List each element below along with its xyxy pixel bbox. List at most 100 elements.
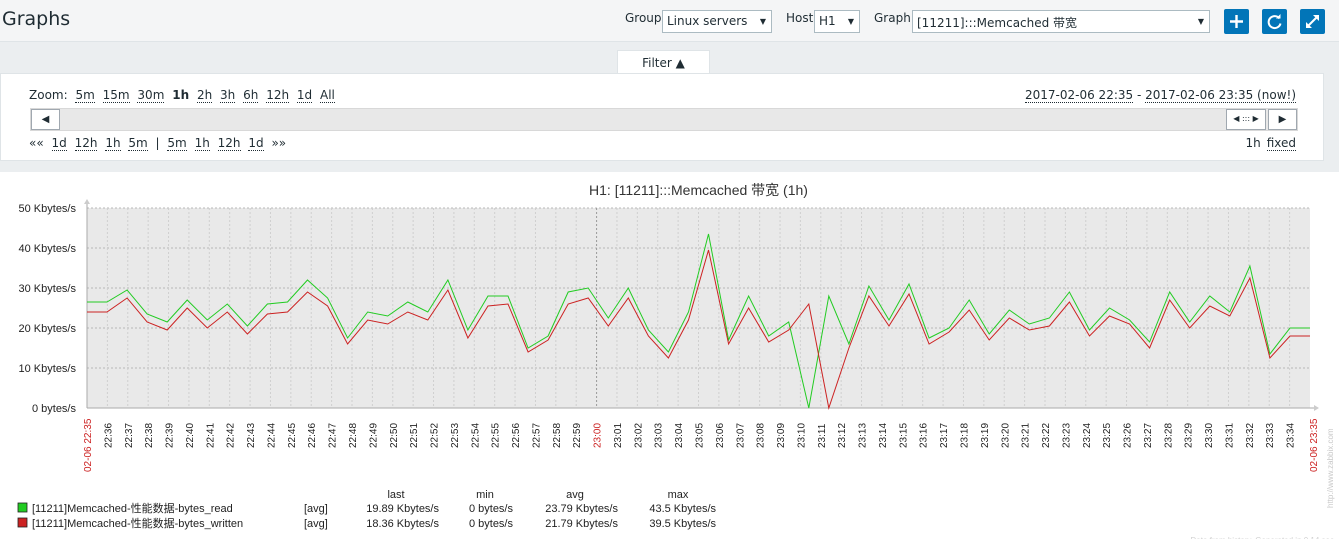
arrow-right-icon: ▶ [1278, 114, 1287, 125]
legend-header: min [476, 489, 494, 501]
refresh-icon [1267, 14, 1282, 30]
x-tick-label: 23:10 [796, 423, 807, 448]
zoom-all[interactable]: All [319, 89, 335, 103]
x-tick-label: 23:09 [776, 423, 787, 448]
x-axis-arrow-icon [1314, 405, 1319, 411]
fullscreen-button[interactable] [1300, 9, 1325, 34]
legend-series-name: [11211]Memcached-性能数据-bytes_read [32, 501, 233, 515]
y-tick-label: 10 Kbytes/s [19, 363, 77, 375]
nav-back-1h[interactable]: 1h [105, 137, 121, 151]
x-tick-label: 23:06 [715, 423, 726, 448]
chevron-down-icon: ▼ [1197, 17, 1204, 26]
x-tick-label: 22:42 [226, 423, 237, 448]
page-header: Graphs Group Linux servers ▼ Host H1 ▼ Gra… [0, 0, 1339, 42]
x-tick-label: 22:54 [470, 423, 481, 448]
timeline-scrollbar[interactable]: ◀ ◀ ::: ▶ ▶ [30, 108, 1298, 131]
legend-avg: 23.79 Kbytes/s [545, 503, 618, 515]
nav-back-1d[interactable]: 1d [51, 137, 67, 151]
zoom-12h[interactable]: 12h [266, 89, 290, 103]
range-to[interactable]: 2017-02-06 23:35 (now!) [1145, 89, 1296, 103]
x-tick-label: 23:18 [959, 423, 970, 448]
time-range: 2017-02-06 22:35 - 2017-02-06 23:35 (now… [1025, 88, 1296, 103]
fixed-toggle[interactable]: fixed [1266, 137, 1296, 151]
x-tick-label: 22:57 [531, 423, 542, 448]
x-tick-label: 22:52 [430, 423, 441, 448]
nav-back-prefix: «« [29, 136, 44, 150]
zoom-1d[interactable]: 1d [296, 89, 313, 103]
filter-tab[interactable]: Filter ▲ [617, 50, 710, 74]
zoom-label: Zoom: [29, 88, 68, 102]
legend-header: last [387, 489, 404, 501]
host-label: Host [786, 11, 814, 25]
x-tick-label: 22:56 [511, 423, 522, 448]
x-tick-label: 22:58 [552, 423, 563, 448]
zoom-2h[interactable]: 2h [196, 89, 213, 103]
nav-back-12h[interactable]: 12h [74, 137, 98, 151]
nav-fwd-5m[interactable]: 5m [167, 137, 187, 151]
x-tick-label: 22:37 [124, 423, 135, 448]
x-tick-label: 23:23 [1061, 423, 1072, 448]
nav-separator: | [155, 136, 160, 150]
zoom-3h[interactable]: 3h [220, 89, 236, 103]
refresh-button[interactable] [1262, 9, 1287, 34]
x-tick-label: 22:49 [368, 423, 379, 448]
zoom-30m[interactable]: 30m [137, 89, 165, 103]
range-from[interactable]: 2017-02-06 22:35 [1025, 89, 1134, 103]
x-tick-label: 22:55 [491, 423, 502, 448]
x-tick-label: 23:08 [756, 423, 767, 448]
x-tick-label: 22:39 [165, 423, 176, 448]
period-fixed: 1h fixed [1245, 136, 1296, 151]
graph-select[interactable]: [11211]:::Memcached 带宽 ▼ [912, 10, 1210, 33]
host-select[interactable]: H1 ▼ [814, 10, 860, 33]
x-tick-label: 22:53 [450, 423, 461, 448]
zoom-6h[interactable]: 6h [243, 89, 259, 103]
group-select[interactable]: Linux servers ▼ [662, 10, 772, 33]
chevron-down-icon: ▼ [847, 17, 854, 26]
x-tick-label: 23:01 [613, 423, 624, 448]
x-tick-label: 23:20 [1000, 423, 1011, 448]
chart-title: H1: [11211]:::Memcached 带宽 (1h) [589, 182, 808, 198]
x-tick-label: 23:15 [898, 423, 909, 448]
x-tick-label: 22:41 [205, 423, 216, 448]
period-value: 1h [1245, 136, 1261, 150]
x-tick-label: 23:33 [1265, 423, 1276, 448]
arrow-left-icon: ◀ [41, 114, 50, 125]
x-tick-label: 23:31 [1224, 423, 1235, 448]
nav-fwd-1d[interactable]: 1d [248, 137, 264, 151]
x-tick-label: 23:28 [1163, 423, 1174, 448]
x-tick-label: 23:13 [858, 423, 869, 448]
legend-swatch [17, 502, 28, 513]
legend-avg: 21.79 Kbytes/s [545, 518, 618, 530]
zoom-5m[interactable]: 5m [75, 89, 95, 103]
memcached-bandwidth-chart[interactable]: H1: [11211]:::Memcached 带宽 (1h)0 bytes/s… [0, 172, 1339, 539]
period-navigation: «« 1d 12h 1h 5m | 5m 1h 12h 1d »» [29, 136, 290, 151]
legend-function: [avg] [304, 518, 328, 530]
scroll-right-button[interactable]: ▶ [1268, 109, 1297, 130]
host-select-value: H1 [819, 14, 836, 28]
legend-min: 0 bytes/s [469, 518, 514, 530]
x-tick-label: 23:07 [735, 423, 746, 448]
nav-fwd-1h[interactable]: 1h [194, 137, 210, 151]
zoom-1h-active: 1h [172, 88, 190, 102]
scroll-left-button[interactable]: ◀ [31, 109, 60, 130]
x-tick-label: 23:05 [695, 423, 706, 448]
graph-panel: H1: [11211]:::Memcached 带宽 (1h)0 bytes/s… [0, 172, 1339, 539]
x-tick-label: 23:03 [654, 423, 665, 448]
x-tick-label: 23:11 [817, 423, 828, 448]
nav-back-5m[interactable]: 5m [128, 137, 148, 151]
x-tick-label: 22:47 [328, 423, 339, 448]
range-separator: - [1133, 88, 1146, 102]
x-tick-label: 23:14 [878, 423, 889, 448]
graph-label: Graph [874, 11, 911, 25]
legend-max: 39.5 Kbytes/s [649, 518, 716, 530]
y-axis-arrow-icon [84, 199, 90, 204]
scroll-handle[interactable]: ◀ ::: ▶ [1226, 109, 1266, 130]
x-tick-label: 23:34 [1286, 423, 1297, 448]
x-tick-label: 23:12 [837, 423, 848, 448]
nav-fwd-12h[interactable]: 12h [217, 137, 241, 151]
x-tick-label: 23:19 [980, 423, 991, 448]
x-tick-label: 23:25 [1102, 423, 1113, 448]
zoom-15m[interactable]: 15m [102, 89, 130, 103]
x-tick-label: 23:26 [1123, 423, 1134, 448]
add-to-favourites-button[interactable] [1224, 9, 1249, 34]
